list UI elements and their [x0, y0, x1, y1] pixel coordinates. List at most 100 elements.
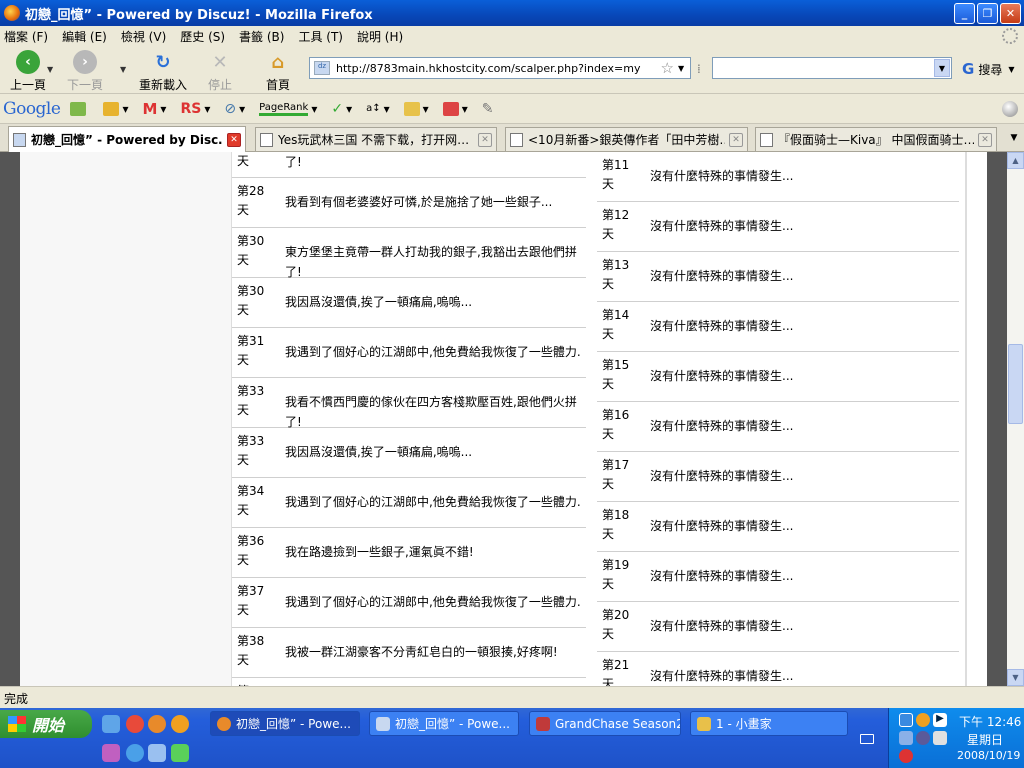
log-event: 沒有什麼特殊的事情發生...: [650, 169, 794, 183]
task-label: 初戀_回憶” - Powe...: [395, 717, 510, 731]
pagerank-tool[interactable]: PageRank ▾: [259, 102, 317, 116]
task-paint[interactable]: 1 - 小畫家: [690, 711, 848, 736]
menu-view[interactable]: 檢視 (V): [121, 28, 166, 45]
network-quicklaunch-icon[interactable]: [102, 715, 120, 733]
menu-file[interactable]: 檔案 (F): [4, 28, 48, 45]
tab-favicon-icon: [13, 132, 26, 147]
keyboard-icon[interactable]: [860, 734, 874, 744]
opera-quicklaunch-icon[interactable]: [126, 715, 144, 733]
orange-quicklaunch-icon[interactable]: [171, 715, 189, 733]
tab-close-icon[interactable]: ✕: [478, 132, 492, 147]
link-tool[interactable]: ⊘ ▾: [224, 101, 245, 117]
stop-label: 停止: [208, 78, 233, 92]
forward-button[interactable]: › 下一頁: [67, 50, 103, 93]
link-icon: ⊘: [224, 100, 237, 117]
tray-play-icon[interactable]: ▶: [933, 713, 947, 727]
home-icon: ⌂: [271, 51, 285, 73]
firefox-icon: [4, 5, 20, 21]
window-titlebar[interactable]: 初戀_回憶” - Powered by Discuz! - Mozilla Fi…: [0, 0, 1024, 26]
log-day: 天: [237, 154, 250, 168]
search-button[interactable]: G 搜尋 ▼: [962, 60, 1014, 78]
tray-volume-icon[interactable]: [933, 731, 947, 745]
tray-network-icon[interactable]: [899, 713, 913, 727]
reload-label: 重新載入: [139, 78, 188, 92]
forward-history-dropdown[interactable]: ▼: [120, 65, 126, 74]
scroll-thumb[interactable]: [1008, 344, 1023, 424]
vertical-scrollbar[interactable]: ▲ ▼: [1007, 152, 1024, 686]
window-quicklaunch-icon[interactable]: [148, 744, 166, 762]
tray-alert-icon[interactable]: [899, 749, 913, 763]
folder-tool[interactable]: ▾: [403, 101, 429, 116]
minimize-button[interactable]: _: [954, 3, 975, 24]
tab-4[interactable]: 『假面骑士—Kiva』 中国假面骑士… ✕: [755, 127, 997, 151]
ie-quicklaunch-icon[interactable]: [126, 744, 144, 762]
messenger-quicklaunch-icon[interactable]: [171, 744, 189, 762]
log-event: 沒有什麼特殊的事情發生...: [650, 369, 794, 383]
menu-bookmarks[interactable]: 書籤 (B): [239, 28, 284, 45]
send-tool[interactable]: ▾: [442, 101, 468, 116]
puzzle-tool[interactable]: ▾: [103, 101, 128, 116]
picture-tool[interactable]: [70, 101, 89, 116]
log-event: 沒有什麼特殊的事情發生...: [650, 669, 794, 683]
close-window-button[interactable]: ✕: [1000, 3, 1021, 24]
log-event: 沒有什麼特殊的事情發生...: [650, 469, 794, 483]
address-url: http://8783main.hkhostcity.com/scalper.p…: [336, 61, 641, 75]
task-firefox-1[interactable]: 初戀_回憶” - Powe...: [210, 711, 360, 736]
tab-close-icon[interactable]: ✕: [227, 132, 241, 147]
site-favicon-icon: dz: [314, 61, 330, 75]
character-quicklaunch-icon[interactable]: [102, 744, 120, 762]
back-button[interactable]: ‹ 上一頁: [10, 50, 46, 93]
google-logo[interactable]: Google: [3, 99, 61, 119]
menu-help[interactable]: 說明 (H): [357, 28, 403, 45]
tab-2[interactable]: Yes玩武林三国 不需下载，打开网… ✕: [255, 127, 497, 151]
back-history-dropdown[interactable]: ▼: [47, 65, 53, 74]
stop-button[interactable]: ✕ 停止: [208, 50, 232, 93]
tab-close-icon[interactable]: ✕: [978, 132, 992, 147]
tab-3[interactable]: <10月新番>銀英傳作者「田中芳樹… ✕: [505, 127, 748, 151]
rs-tool[interactable]: RS ▾: [180, 101, 210, 117]
log-day: 第12 天: [602, 208, 630, 241]
highlighter-tool[interactable]: ✎: [482, 101, 494, 117]
start-button[interactable]: 開始: [0, 710, 92, 738]
bookmark-star-icon[interactable]: ☆: [661, 59, 674, 77]
log-row: 第34 天 我遇到了個好心的江湖郎中,他免費給我恢復了一些體力.: [232, 478, 586, 528]
firefox-quicklaunch-icon[interactable]: [148, 715, 166, 733]
tab-close-icon[interactable]: ✕: [729, 132, 743, 147]
menu-edit[interactable]: 編輯 (E): [62, 28, 107, 45]
task-firefox-2[interactable]: 初戀_回憶” - Powe...: [369, 711, 519, 736]
home-label: 首頁: [266, 78, 291, 92]
task-grandchase[interactable]: GrandChase Season2 v...: [529, 711, 681, 736]
tab-list-dropdown-icon[interactable]: ▼: [1004, 127, 1024, 149]
spellcheck-tool[interactable]: ✓ ▾: [331, 101, 352, 117]
tray-orange-icon[interactable]: [916, 713, 930, 727]
menu-history[interactable]: 歷史 (S): [180, 28, 225, 45]
log-row: 第31 天 我遇到了個好心的江湖郎中,他免費給我恢復了一些體力.: [232, 328, 586, 378]
search-options-dropdown-icon[interactable]: ▼: [1008, 65, 1014, 74]
restore-button[interactable]: ❐: [977, 3, 998, 24]
log-event: 東方堡堡主竟帶一群人打劫我的銀子,我豁出去跟他們拼了!: [285, 245, 577, 279]
scroll-up-icon[interactable]: ▲: [1007, 152, 1024, 169]
search-field[interactable]: ▼: [712, 57, 952, 79]
tray-computer-icon[interactable]: [899, 731, 913, 745]
stop-icon: ✕: [212, 51, 228, 73]
tray-shield-icon[interactable]: [916, 731, 930, 745]
scroll-down-icon[interactable]: ▼: [1007, 669, 1024, 686]
settings-circle-icon[interactable]: [1002, 101, 1018, 117]
tab-active[interactable]: 初戀_回憶” - Powered by Disc… ✕: [8, 126, 246, 152]
log-event: 我遇到了個好心的江湖郎中,他免費給我恢復了一些體力.: [285, 345, 581, 359]
translate-tool[interactable]: a↕ ▾: [366, 102, 390, 116]
gmail-tool[interactable]: M ▾: [142, 100, 166, 118]
address-dropdown-icon[interactable]: ▼: [678, 64, 690, 73]
home-button[interactable]: ⌂ 首頁: [266, 50, 290, 93]
log-row: 第30 天 我因爲沒還債,挨了一頓痛扁,嗚嗚...: [232, 278, 586, 328]
log-row: 第18 天 沒有什麼特殊的事情發生...: [597, 502, 959, 552]
clock-time[interactable]: 下午 12:46: [959, 713, 1021, 730]
menu-tools[interactable]: 工具 (T): [298, 28, 343, 45]
log-event: 我被一群江湖豪客不分靑紅皂白的一頓狠揍,好疼啊!: [285, 645, 558, 659]
log-day: 第34 天: [237, 484, 265, 517]
back-label: 上一頁: [10, 78, 47, 92]
search-dropdown-icon[interactable]: ▼: [934, 59, 950, 77]
address-bar[interactable]: dz http://8783main.hkhostcity.com/scalpe…: [309, 57, 691, 79]
log-row: 第39: [232, 678, 586, 686]
reload-button[interactable]: ↻ 重新載入: [139, 50, 187, 93]
